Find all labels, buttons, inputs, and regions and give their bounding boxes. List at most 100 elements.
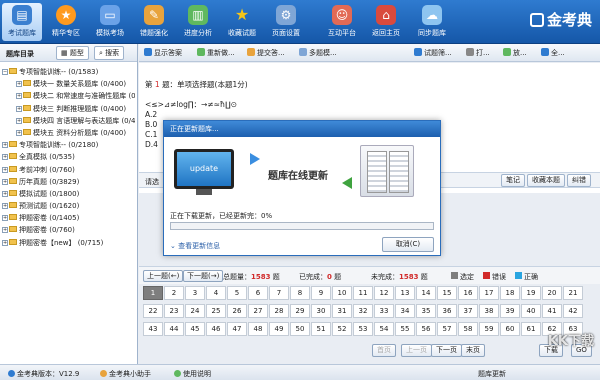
option-c[interactable]: C.1 bbox=[145, 130, 157, 139]
redo-button[interactable]: 重新做... bbox=[195, 47, 237, 59]
question-number-cell[interactable]: 3 bbox=[185, 286, 205, 300]
tool-essence[interactable]: ★ 精华专区 bbox=[46, 3, 86, 41]
question-number-cell[interactable]: 22 bbox=[143, 304, 163, 318]
last-page-button[interactable]: 末页 bbox=[461, 344, 485, 357]
question-number-cell[interactable]: 42 bbox=[563, 304, 583, 318]
question-number-cell[interactable]: 45 bbox=[185, 322, 205, 336]
tree-child-item[interactable]: + 模块一 数量关系题库 (0/400) bbox=[2, 78, 135, 90]
expand-toggle-icon[interactable]: + bbox=[16, 93, 22, 100]
question-number-cell[interactable]: 36 bbox=[437, 304, 457, 318]
question-number-cell[interactable]: 59 bbox=[479, 322, 499, 336]
question-number-cell[interactable]: 49 bbox=[269, 322, 289, 336]
tool-page-settings[interactable]: ⚙ 页面设置 bbox=[266, 3, 306, 41]
question-number-cell[interactable]: 25 bbox=[206, 304, 226, 318]
expand-toggle-icon[interactable]: + bbox=[16, 129, 22, 136]
prev-question-button[interactable]: 上一题(←) bbox=[143, 270, 184, 282]
question-number-cell[interactable]: 33 bbox=[374, 304, 394, 318]
question-number-cell[interactable]: 56 bbox=[416, 322, 436, 336]
question-number-cell[interactable]: 39 bbox=[500, 304, 520, 318]
question-number-cell[interactable]: 19 bbox=[521, 286, 541, 300]
option-a[interactable]: A.2 bbox=[145, 110, 157, 119]
tool-favorites[interactable]: ★ 收藏试题 bbox=[222, 3, 262, 41]
question-number-cell[interactable]: 15 bbox=[437, 286, 457, 300]
question-number-cell[interactable]: 37 bbox=[458, 304, 478, 318]
tool-home[interactable]: ⌂ 返回主页 bbox=[366, 3, 406, 41]
tree-item[interactable]: + 历年真题 (0/3829) bbox=[2, 176, 135, 188]
question-number-cell[interactable]: 61 bbox=[521, 322, 541, 336]
note-button[interactable]: 笔记 bbox=[501, 174, 525, 187]
tree-item[interactable]: + 押题密卷【new】 (0/715) bbox=[2, 237, 135, 249]
tree-child-item[interactable]: + 模块三 判断推理题库 (0/400) bbox=[2, 103, 135, 115]
question-number-cell[interactable]: 16 bbox=[458, 286, 478, 300]
view-details-toggle[interactable]: ⌄ 查看更新信息 bbox=[170, 241, 220, 251]
submit-button[interactable]: 提交答... bbox=[245, 47, 287, 59]
question-number-cell[interactable]: 57 bbox=[437, 322, 457, 336]
option-b[interactable]: B.0 bbox=[145, 120, 157, 129]
question-number-cell[interactable]: 9 bbox=[311, 286, 331, 300]
tool-exam-bank[interactable]: ▤ 考试题库 bbox=[2, 3, 42, 41]
prev-page-button[interactable]: 上一页 bbox=[401, 344, 432, 357]
question-number-cell[interactable]: 20 bbox=[542, 286, 562, 300]
topic-type-button[interactable]: ▦ 题型 bbox=[56, 46, 89, 60]
question-number-cell[interactable]: 18 bbox=[500, 286, 520, 300]
question-number-cell[interactable]: 44 bbox=[164, 322, 184, 336]
favorite-button[interactable]: 收藏本题 bbox=[527, 174, 565, 187]
manual-link[interactable]: 使用说明 bbox=[174, 369, 211, 379]
search-button[interactable]: ⌕ 搜索 bbox=[94, 46, 125, 60]
question-number-cell[interactable]: 8 bbox=[290, 286, 310, 300]
question-number-cell[interactable]: 38 bbox=[479, 304, 499, 318]
question-number-cell[interactable]: 2 bbox=[164, 286, 184, 300]
question-number-cell[interactable]: 29 bbox=[290, 304, 310, 318]
tool-interaction[interactable]: ☺ 互动平台 bbox=[322, 3, 362, 41]
question-number-cell[interactable]: 17 bbox=[479, 286, 499, 300]
question-number-cell[interactable]: 7 bbox=[269, 286, 289, 300]
next-page-button[interactable]: 下一页 bbox=[431, 344, 462, 357]
question-number-cell[interactable]: 5 bbox=[227, 286, 247, 300]
question-number-cell[interactable]: 60 bbox=[500, 322, 520, 336]
question-number-cell[interactable]: 50 bbox=[290, 322, 310, 336]
question-number-cell[interactable]: 1 bbox=[143, 286, 163, 300]
tree-item[interactable]: + 专项智能训练-- (0/2180) bbox=[2, 139, 135, 151]
question-number-cell[interactable]: 58 bbox=[458, 322, 478, 336]
tree-item[interactable]: + 押题密卷 (0/760) bbox=[2, 224, 135, 236]
question-number-cell[interactable]: 53 bbox=[353, 322, 373, 336]
tool-mock-exam[interactable]: ▭ 模拟考场 bbox=[90, 3, 130, 41]
question-number-cell[interactable]: 32 bbox=[353, 304, 373, 318]
assistant-link[interactable]: 金考典小助手 bbox=[100, 369, 151, 379]
question-number-cell[interactable]: 4 bbox=[206, 286, 226, 300]
expand-toggle-icon[interactable]: + bbox=[2, 239, 8, 246]
question-number-cell[interactable]: 14 bbox=[416, 286, 436, 300]
question-number-cell[interactable]: 41 bbox=[542, 304, 562, 318]
question-number-cell[interactable]: 30 bbox=[311, 304, 331, 318]
question-number-cell[interactable]: 10 bbox=[332, 286, 352, 300]
question-number-cell[interactable]: 34 bbox=[395, 304, 415, 318]
question-number-cell[interactable]: 55 bbox=[395, 322, 415, 336]
print-button[interactable]: 打... bbox=[464, 47, 492, 59]
next-question-button[interactable]: 下一题(→) bbox=[183, 270, 224, 282]
question-number-cell[interactable]: 13 bbox=[395, 286, 415, 300]
expand-toggle-icon[interactable]: + bbox=[2, 215, 8, 222]
expand-toggle-icon[interactable]: + bbox=[2, 227, 8, 234]
tree-child-item[interactable]: + 模块二 和常速度与准确性题库 (0/400) bbox=[2, 90, 135, 102]
option-d[interactable]: D.4 bbox=[145, 140, 158, 149]
report-error-button[interactable]: 纠错 bbox=[567, 174, 591, 187]
tree-item[interactable]: + 模拟试题 (0/1800) bbox=[2, 188, 135, 200]
tree-item[interactable]: − 专项智能训练-- (0/1583) bbox=[2, 66, 135, 78]
tree-child-item[interactable]: + 模块四 言语理解与表达题库 (0/400) bbox=[2, 115, 135, 127]
expand-toggle-icon[interactable]: + bbox=[2, 142, 8, 149]
question-number-cell[interactable]: 27 bbox=[248, 304, 268, 318]
question-number-cell[interactable]: 35 bbox=[416, 304, 436, 318]
tree-item[interactable]: + 考前冲刺 (0/760) bbox=[2, 164, 135, 176]
expand-toggle-icon[interactable]: + bbox=[2, 203, 8, 210]
expand-toggle-icon[interactable]: + bbox=[2, 190, 8, 197]
question-number-cell[interactable]: 46 bbox=[206, 322, 226, 336]
cancel-button[interactable]: 取消(C) bbox=[382, 237, 434, 252]
question-number-cell[interactable]: 28 bbox=[269, 304, 289, 318]
question-number-cell[interactable]: 48 bbox=[248, 322, 268, 336]
tool-progress[interactable]: ▥ 进度分析 bbox=[178, 3, 218, 41]
question-number-cell[interactable]: 47 bbox=[227, 322, 247, 336]
zoom-out-button[interactable]: 全... bbox=[539, 47, 567, 59]
question-number-cell[interactable]: 21 bbox=[563, 286, 583, 300]
tree-item[interactable]: + 押题密卷 (0/1405) bbox=[2, 212, 135, 224]
filter-button[interactable]: 试题筛... bbox=[412, 47, 454, 59]
